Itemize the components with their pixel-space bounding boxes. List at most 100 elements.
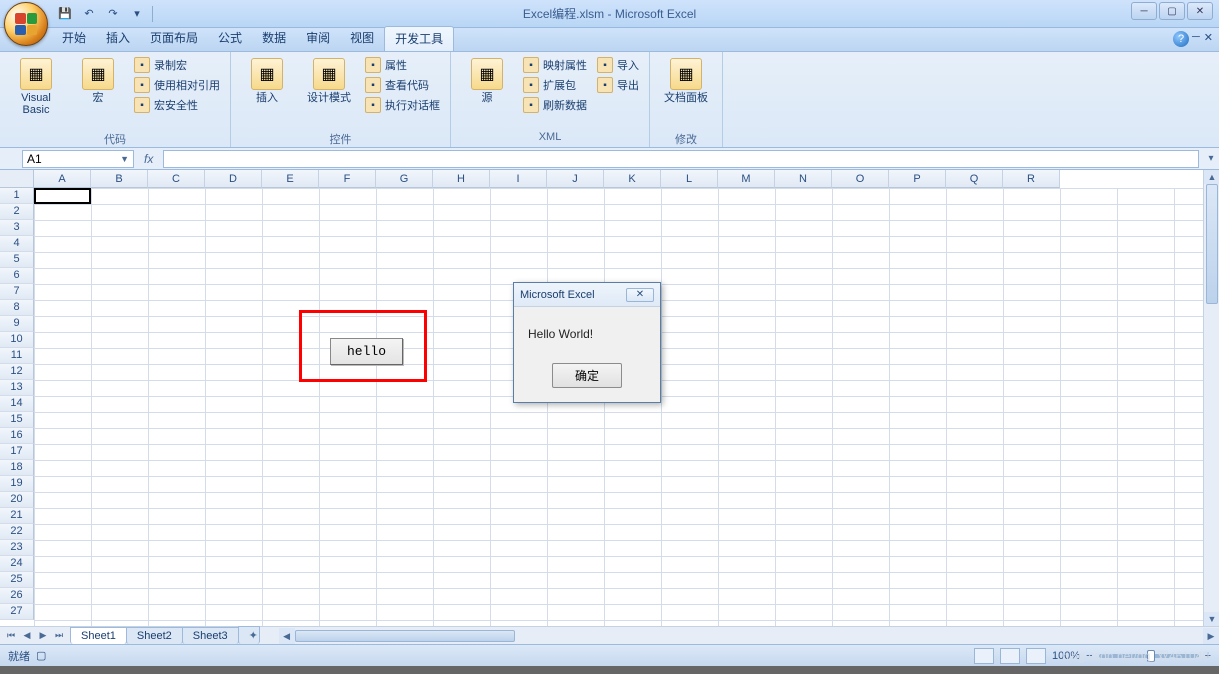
view-pagebreak-button[interactable] — [1026, 648, 1046, 664]
row-header-2[interactable]: 2 — [0, 204, 34, 220]
zoom-label[interactable]: 100% — [1052, 650, 1080, 662]
row-header-10[interactable]: 10 — [0, 332, 34, 348]
column-header-M[interactable]: M — [718, 170, 775, 188]
column-header-Q[interactable]: Q — [946, 170, 1003, 188]
office-button[interactable] — [4, 2, 48, 46]
row-header-26[interactable]: 26 — [0, 588, 34, 604]
column-header-L[interactable]: L — [661, 170, 718, 188]
help-icon[interactable]: ? — [1173, 31, 1189, 47]
view-pagelayout-button[interactable] — [1000, 648, 1020, 664]
sheet-tab-sheet3[interactable]: Sheet3 — [182, 627, 239, 644]
visual-basic-button[interactable]: ▦Visual Basic — [8, 56, 64, 116]
zoom-slider[interactable] — [1099, 654, 1199, 658]
column-header-C[interactable]: C — [148, 170, 205, 188]
ribbon-tab-2[interactable]: 页面布局 — [140, 26, 208, 51]
qat-dropdown-icon[interactable]: ▾ — [128, 5, 146, 23]
hello-macro-button[interactable]: hello — [330, 338, 403, 365]
sheet-nav-last-icon[interactable]: ⏭ — [52, 629, 66, 643]
minimize-button[interactable]: ─ — [1131, 2, 1157, 20]
scroll-left-icon[interactable]: ◀ — [279, 628, 295, 644]
row-header-21[interactable]: 21 — [0, 508, 34, 524]
row-header-23[interactable]: 23 — [0, 540, 34, 556]
row-header-3[interactable]: 3 — [0, 220, 34, 236]
fx-button[interactable]: fx — [140, 152, 157, 166]
column-header-B[interactable]: B — [91, 170, 148, 188]
source-button[interactable]: ▦源 — [459, 56, 515, 104]
row-header-6[interactable]: 6 — [0, 268, 34, 284]
cell-grid[interactable] — [34, 188, 1203, 626]
save-icon[interactable]: 💾 — [56, 5, 74, 23]
row-header-1[interactable]: 1 — [0, 188, 34, 204]
ribbon-tab-1[interactable]: 插入 — [96, 26, 140, 51]
vertical-scrollbar[interactable]: ▲ ▼ — [1203, 170, 1219, 626]
column-header-E[interactable]: E — [262, 170, 319, 188]
view-normal-button[interactable] — [974, 648, 994, 664]
sheet-tab-sheet2[interactable]: Sheet2 — [126, 627, 183, 644]
macro-security-button[interactable]: ▪宏安全性 — [132, 96, 222, 114]
expansion-packs-button[interactable]: ▪扩展包 — [521, 76, 589, 94]
column-header-G[interactable]: G — [376, 170, 433, 188]
select-all-corner[interactable] — [0, 170, 34, 188]
messagebox-close-button[interactable]: ✕ — [626, 288, 654, 302]
messagebox-ok-button[interactable]: 确定 — [552, 363, 622, 388]
row-header-18[interactable]: 18 — [0, 460, 34, 476]
column-header-R[interactable]: R — [1003, 170, 1060, 188]
row-header-4[interactable]: 4 — [0, 236, 34, 252]
sheet-nav-first-icon[interactable]: ⏮ — [4, 629, 18, 643]
active-cell-a1[interactable] — [34, 188, 91, 204]
row-header-13[interactable]: 13 — [0, 380, 34, 396]
zoom-out-button[interactable]: − — [1086, 650, 1092, 662]
insert-control-button[interactable]: ▦插入 — [239, 56, 295, 104]
export-button[interactable]: ▪导出 — [595, 76, 641, 94]
vscroll-thumb[interactable] — [1206, 184, 1218, 304]
row-header-5[interactable]: 5 — [0, 252, 34, 268]
row-header-22[interactable]: 22 — [0, 524, 34, 540]
design-mode-button[interactable]: ▦设计模式 — [301, 56, 357, 104]
maximize-button[interactable]: ▢ — [1159, 2, 1185, 20]
row-header-27[interactable]: 27 — [0, 604, 34, 620]
sheet-nav-next-icon[interactable]: ▶ — [36, 629, 50, 643]
column-header-I[interactable]: I — [490, 170, 547, 188]
run-dialog-button[interactable]: ▪执行对话框 — [363, 96, 442, 114]
ribbon-tab-7[interactable]: 开发工具 — [384, 26, 454, 51]
scroll-right-icon[interactable]: ▶ — [1203, 628, 1219, 644]
redo-icon[interactable]: ↷ — [104, 5, 122, 23]
horizontal-scrollbar[interactable]: ◀ ▶ — [279, 628, 1219, 644]
zoom-in-button[interactable]: + — [1205, 650, 1211, 662]
row-header-16[interactable]: 16 — [0, 428, 34, 444]
column-header-F[interactable]: F — [319, 170, 376, 188]
document-panel-button[interactable]: ▦文档面板 — [658, 56, 714, 104]
scroll-down-icon[interactable]: ▼ — [1204, 612, 1219, 626]
scroll-up-icon[interactable]: ▲ — [1204, 170, 1219, 184]
ribbon-tab-3[interactable]: 公式 — [208, 26, 252, 51]
refresh-data-button[interactable]: ▪刷新数据 — [521, 96, 589, 114]
new-sheet-button[interactable]: ✦ — [238, 626, 260, 644]
column-header-A[interactable]: A — [34, 170, 91, 188]
formula-bar-expand-icon[interactable]: ▾ — [1203, 153, 1219, 164]
row-header-19[interactable]: 19 — [0, 476, 34, 492]
column-header-J[interactable]: J — [547, 170, 604, 188]
column-header-D[interactable]: D — [205, 170, 262, 188]
view-code-button[interactable]: ▪查看代码 — [363, 76, 442, 94]
ribbon-minimize-icon[interactable]: ─ — [1192, 31, 1200, 44]
formula-input[interactable] — [163, 150, 1199, 168]
row-header-17[interactable]: 17 — [0, 444, 34, 460]
row-header-7[interactable]: 7 — [0, 284, 34, 300]
ribbon-tab-4[interactable]: 数据 — [252, 26, 296, 51]
row-header-24[interactable]: 24 — [0, 556, 34, 572]
row-header-25[interactable]: 25 — [0, 572, 34, 588]
undo-icon[interactable]: ↶ — [80, 5, 98, 23]
sheet-tab-sheet1[interactable]: Sheet1 — [70, 627, 127, 644]
column-header-H[interactable]: H — [433, 170, 490, 188]
column-header-N[interactable]: N — [775, 170, 832, 188]
column-header-O[interactable]: O — [832, 170, 889, 188]
row-header-9[interactable]: 9 — [0, 316, 34, 332]
row-header-14[interactable]: 14 — [0, 396, 34, 412]
properties-button[interactable]: ▪属性 — [363, 56, 442, 74]
row-header-11[interactable]: 11 — [0, 348, 34, 364]
use-relative-refs-button[interactable]: ▪使用相对引用 — [132, 76, 222, 94]
zoom-slider-thumb[interactable] — [1147, 650, 1155, 662]
workbook-close-icon[interactable]: ✕ — [1204, 31, 1213, 44]
row-header-20[interactable]: 20 — [0, 492, 34, 508]
row-header-8[interactable]: 8 — [0, 300, 34, 316]
